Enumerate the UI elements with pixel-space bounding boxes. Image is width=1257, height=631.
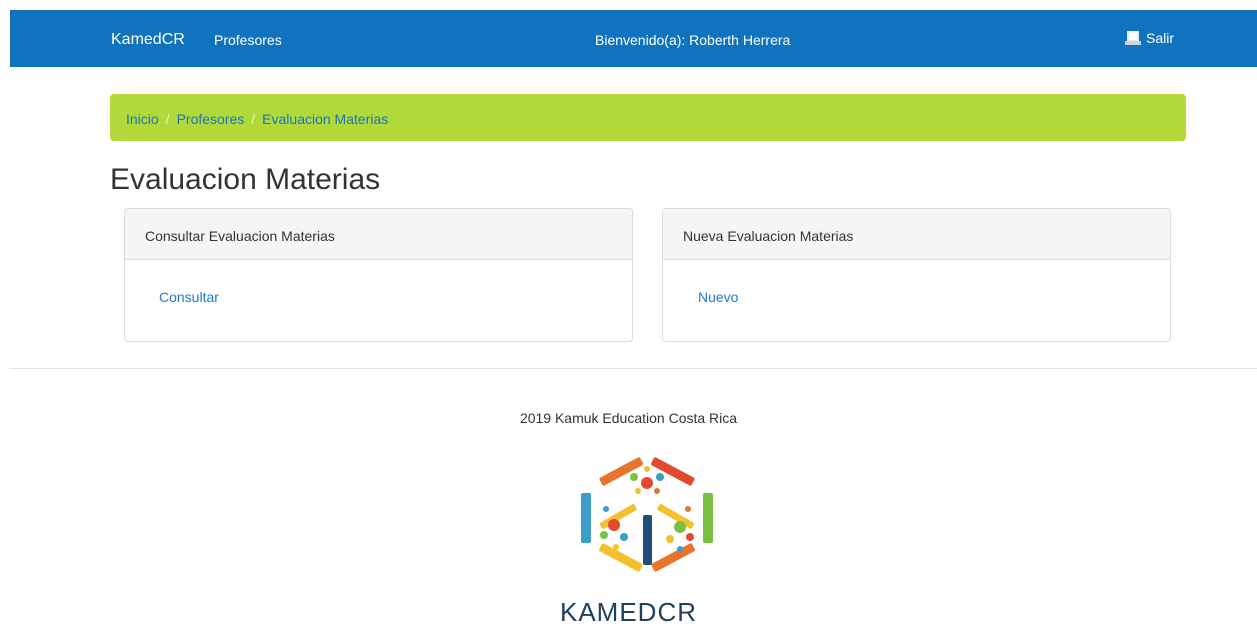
logo-text: KAMEDCR [559,597,697,627]
breadcrumb-profesores[interactable]: Profesores [177,111,245,127]
logout-label: Salir [1146,30,1175,46]
panel-heading-consultar: Consultar Evaluacion Materias [125,209,632,260]
user-icon [1125,31,1141,45]
brand-link[interactable]: KamedCR [111,31,185,49]
footer-divider [10,368,1257,369]
kamedcr-logo [581,445,713,583]
nuevo-link[interactable]: Nuevo [698,289,738,305]
page-title: Evaluacion Materias [110,163,381,196]
logout-button[interactable]: Salir [1125,30,1174,46]
breadcrumb: Inicio / Profesores / Evaluacion Materia… [110,94,1186,141]
top-navbar: KamedCR Profesores Bienvenido(a): Robert… [10,10,1257,67]
consultar-link[interactable]: Consultar [159,289,219,305]
breadcrumb-separator: / [251,111,256,127]
breadcrumb-inicio[interactable]: Inicio [126,111,159,127]
breadcrumb-separator: / [165,111,170,127]
panel-consultar: Consultar Evaluacion Materias Consultar [124,208,633,342]
welcome-text: Bienvenido(a): Roberth Herrera [595,32,791,48]
panel-nuevo: Nueva Evaluacion Materias Nuevo [662,208,1171,342]
breadcrumb-evaluacion-materias[interactable]: Evaluacion Materias [262,111,388,127]
footer-copyright: 2019 Kamuk Education Costa Rica [519,410,738,426]
panel-heading-nuevo: Nueva Evaluacion Materias [663,209,1170,260]
nav-link-profesores[interactable]: Profesores [214,32,282,48]
